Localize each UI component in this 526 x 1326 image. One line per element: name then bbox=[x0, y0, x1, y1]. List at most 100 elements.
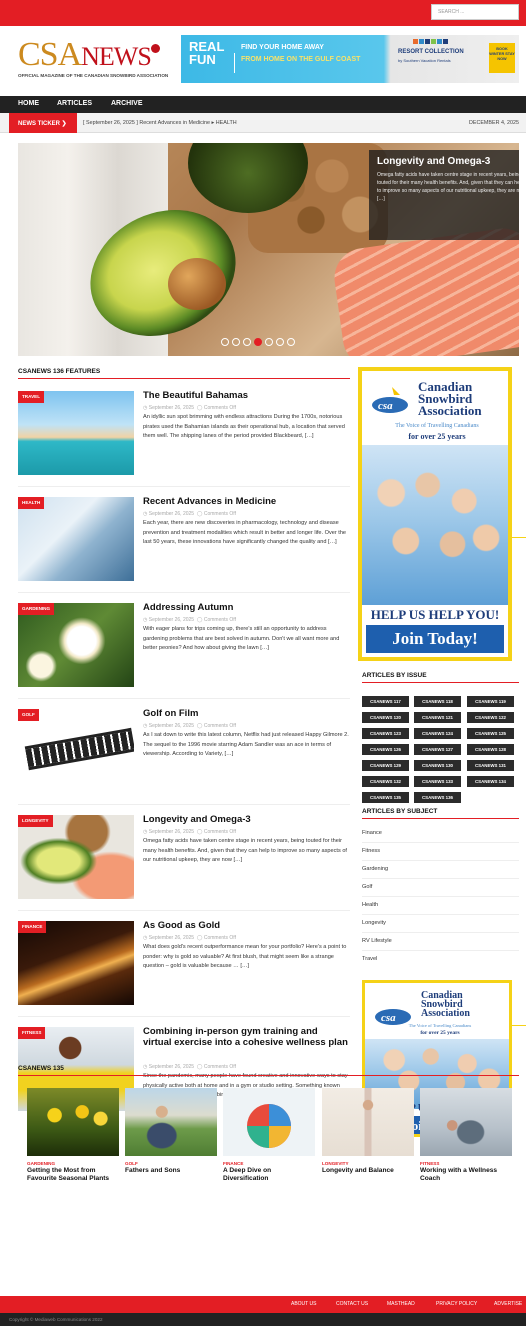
article-title[interactable]: The Beautiful Bahamas bbox=[143, 390, 248, 401]
slider-dot[interactable] bbox=[243, 338, 251, 346]
sec135-thumbnail[interactable] bbox=[322, 1088, 414, 1156]
article-card[interactable]: GOLF Golf on Film ◷ September 26, 2025 ◯… bbox=[18, 708, 350, 809]
article-thumbnail[interactable] bbox=[18, 497, 134, 581]
sec135-category[interactable]: FITNESS bbox=[420, 1161, 512, 1166]
issue-button[interactable]: CSANEWS 130 bbox=[414, 760, 461, 771]
article-card[interactable]: TRAVEL The Beautiful Bahamas ◷ September… bbox=[18, 390, 350, 491]
subject-link[interactable]: Gardening bbox=[362, 866, 388, 872]
sec135-title[interactable]: A Deep Dive on Diversification bbox=[223, 1167, 315, 1183]
sec135-title[interactable]: Fathers and Sons bbox=[125, 1167, 217, 1175]
issue-button[interactable]: CSANEWS 136 bbox=[414, 792, 461, 803]
footer-contact[interactable]: CONTACT US bbox=[336, 1301, 368, 1307]
category-badge[interactable]: GARDENING bbox=[18, 603, 55, 615]
subject-link[interactable]: Fitness bbox=[362, 848, 380, 854]
header-ad-banner[interactable]: REAL FUN FIND YOUR HOME AWAY FROM HOME ON… bbox=[181, 35, 519, 83]
issue-button[interactable]: CSANEWS 135 bbox=[362, 792, 409, 803]
category-badge[interactable]: HEALTH bbox=[18, 497, 45, 509]
main-nav: HOME ARTICLES ARCHIVE bbox=[0, 96, 526, 113]
issue-button[interactable]: CSANEWS 127 bbox=[414, 744, 461, 755]
category-badge[interactable]: LONGEVITY bbox=[18, 815, 53, 827]
sec135-title[interactable]: Working with a Wellness Coach bbox=[420, 1167, 512, 1183]
issue-button[interactable]: CSANEWS 123 bbox=[362, 728, 409, 739]
subject-link[interactable]: Finance bbox=[362, 830, 382, 836]
hero-title[interactable]: Longevity and Omega-3 bbox=[377, 156, 519, 167]
issue-button[interactable]: CSANEWS 120 bbox=[362, 712, 409, 723]
footer-advertise[interactable]: ADVERTISE bbox=[494, 1301, 522, 1307]
issue-button[interactable]: CSANEWS 134 bbox=[467, 776, 514, 787]
article-title[interactable]: As Good as Gold bbox=[143, 920, 220, 931]
issue-button[interactable]: CSANEWS 133 bbox=[414, 776, 461, 787]
site-logo[interactable]: CSANEWS OFFICIAL MAGAZINE OF THE CANADIA… bbox=[18, 38, 168, 88]
subject-link[interactable]: Health bbox=[362, 902, 378, 908]
category-badge[interactable]: GOLF bbox=[18, 709, 39, 721]
issue-button[interactable]: CSANEWS 125 bbox=[467, 728, 514, 739]
slider-dot[interactable] bbox=[276, 338, 284, 346]
article-thumbnail[interactable] bbox=[18, 709, 134, 793]
slider-dot[interactable] bbox=[287, 338, 295, 346]
slider-dot[interactable] bbox=[221, 338, 229, 346]
slider-dot[interactable] bbox=[265, 338, 273, 346]
issue-button[interactable]: CSANEWS 129 bbox=[362, 760, 409, 771]
article-title[interactable]: Recent Advances in Medicine bbox=[143, 496, 276, 507]
sec135-card[interactable]: FINANCE A Deep Dive on Diversification bbox=[223, 1088, 315, 1183]
article-card[interactable]: GARDENING Addressing Autumn ◷ September … bbox=[18, 602, 350, 703]
article-thumbnail[interactable] bbox=[18, 391, 134, 475]
issue-button[interactable]: CSANEWS 132 bbox=[362, 776, 409, 787]
sec135-thumbnail[interactable] bbox=[420, 1088, 512, 1156]
article-title[interactable]: Combining in-person gym training and vir… bbox=[143, 1026, 348, 1048]
category-badge[interactable]: FITNESS bbox=[18, 1027, 46, 1039]
issue-button[interactable]: CSANEWS 117 bbox=[362, 696, 409, 707]
subject-link[interactable]: RV Lifestyle bbox=[362, 938, 392, 944]
subject-link[interactable]: Golf bbox=[362, 884, 372, 890]
sec135-category[interactable]: GARDENING bbox=[27, 1161, 119, 1166]
sec135-category[interactable]: FINANCE bbox=[223, 1161, 315, 1166]
issue-button[interactable]: CSANEWS 121 bbox=[414, 712, 461, 723]
sec135-thumbnail[interactable] bbox=[27, 1088, 119, 1156]
article-thumbnail[interactable] bbox=[18, 921, 134, 1005]
article-card[interactable]: HEALTH Recent Advances in Medicine ◷ Sep… bbox=[18, 496, 350, 597]
sec135-card[interactable]: FITNESS Working with a Wellness Coach bbox=[420, 1088, 512, 1183]
banner-book-button[interactable]: BOOK WINTER STAY NOW bbox=[489, 43, 515, 73]
sec135-card[interactable]: LONGEVITY Longevity and Balance bbox=[322, 1088, 414, 1175]
article-thumbnail[interactable] bbox=[18, 603, 134, 687]
sec135-thumbnail[interactable] bbox=[125, 1088, 217, 1156]
join-today-button[interactable]: Join Today! bbox=[366, 625, 504, 653]
slider-dot-active[interactable] bbox=[254, 338, 262, 346]
sec135-card[interactable]: GOLF Fathers and Sons bbox=[125, 1088, 217, 1175]
article-thumbnail[interactable] bbox=[18, 815, 134, 899]
search-input[interactable]: SEARCH ... bbox=[431, 4, 519, 20]
issue-button[interactable]: CSANEWS 124 bbox=[414, 728, 461, 739]
footer-about[interactable]: ABOUT US bbox=[291, 1301, 316, 1307]
article-title[interactable]: Golf on Film bbox=[143, 708, 198, 719]
article-card[interactable]: FINANCE As Good as Gold ◷ September 26, … bbox=[18, 920, 350, 1021]
sec135-title[interactable]: Getting the Most from Favourite Seasonal… bbox=[27, 1167, 119, 1183]
nav-home[interactable]: HOME bbox=[18, 100, 39, 107]
slider-dot[interactable] bbox=[232, 338, 240, 346]
sec135-category[interactable]: GOLF bbox=[125, 1161, 217, 1166]
category-badge[interactable]: TRAVEL bbox=[18, 391, 45, 403]
article-card[interactable]: LONGEVITY Longevity and Omega-3 ◷ Septem… bbox=[18, 814, 350, 915]
issue-button[interactable]: CSANEWS 128 bbox=[467, 744, 514, 755]
csa-membership-ad[interactable]: csa Canadian Snowbird Association The Voic… bbox=[358, 367, 512, 661]
banner-line2: FROM HOME ON THE GULF COAST bbox=[241, 56, 361, 63]
footer-privacy[interactable]: PRIVACY POLICY bbox=[436, 1301, 477, 1307]
article-title[interactable]: Longevity and Omega-3 bbox=[143, 814, 251, 825]
subject-link[interactable]: Longevity bbox=[362, 920, 386, 926]
issue-button[interactable]: CSANEWS 119 bbox=[467, 696, 514, 707]
issue-button[interactable]: CSANEWS 131 bbox=[467, 760, 514, 771]
nav-articles[interactable]: ARTICLES bbox=[57, 100, 92, 107]
hero-slider[interactable]: Longevity and Omega-3 Omega fatty acids … bbox=[18, 143, 519, 356]
sec135-card[interactable]: GARDENING Getting the Most from Favourit… bbox=[27, 1088, 119, 1183]
issue-button[interactable]: CSANEWS 118 bbox=[414, 696, 461, 707]
sec135-category[interactable]: LONGEVITY bbox=[322, 1161, 414, 1166]
article-title[interactable]: Addressing Autumn bbox=[143, 602, 233, 613]
ticker-text[interactable]: [ September 26, 2025 ] Recent Advances i… bbox=[83, 120, 237, 126]
nav-archive[interactable]: ARCHIVE bbox=[111, 100, 143, 107]
sec135-title[interactable]: Longevity and Balance bbox=[322, 1167, 414, 1175]
subject-link[interactable]: Travel bbox=[362, 956, 377, 962]
category-badge[interactable]: FINANCE bbox=[18, 921, 47, 933]
issue-button[interactable]: CSANEWS 122 bbox=[467, 712, 514, 723]
footer-masthead[interactable]: MASTHEAD bbox=[387, 1301, 415, 1307]
sec135-thumbnail[interactable] bbox=[223, 1088, 315, 1156]
issue-button[interactable]: CSANEWS 126 bbox=[362, 744, 409, 755]
